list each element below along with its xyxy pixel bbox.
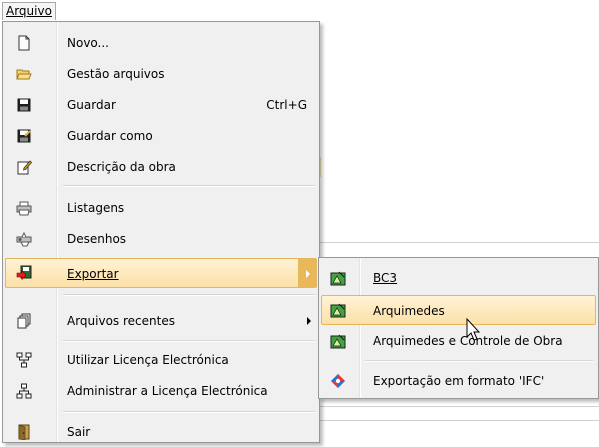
background-line bbox=[320, 242, 599, 243]
submenu-arrow-icon bbox=[306, 270, 310, 278]
exit-door-icon bbox=[18, 424, 30, 440]
menu-item-utilizar-licenca[interactable]: Utilizar Licença Electrónica bbox=[5, 345, 317, 375]
network-license-icon bbox=[16, 352, 32, 368]
menu-item-exportar[interactable]: Exportar bbox=[5, 258, 317, 288]
background-line bbox=[320, 157, 321, 177]
menu-item-guardar[interactable]: Guardar Ctrl+G bbox=[5, 90, 317, 120]
new-document-icon bbox=[18, 35, 30, 51]
menu-separator bbox=[63, 185, 315, 187]
export-icon bbox=[16, 265, 32, 281]
menu-item-novo[interactable]: Novo... bbox=[5, 28, 317, 58]
menu-bar: Arquivo bbox=[0, 0, 599, 21]
submenu-item-arquimedes-controle[interactable]: Arquimedes e Controle de Obra bbox=[321, 326, 596, 356]
menu-item-gestao-arquivos[interactable]: Gestão arquivos bbox=[5, 59, 317, 89]
menu-item-label: Guardar bbox=[67, 98, 116, 112]
menu-item-label: Novo... bbox=[67, 36, 109, 50]
arquimedes-export-icon bbox=[330, 303, 346, 318]
submenu-separator bbox=[365, 360, 593, 362]
submenu-item-label: BC3 bbox=[373, 271, 398, 285]
menu-item-administrar-licenca[interactable]: Administrar a Licença Electrónica bbox=[5, 376, 317, 406]
menu-separator bbox=[63, 340, 315, 342]
menu-item-label: Descrição da obra bbox=[67, 160, 176, 174]
arquimedes-control-icon bbox=[330, 334, 346, 349]
menu-separator bbox=[63, 294, 315, 296]
file-menu-label: Arquivo bbox=[6, 4, 52, 18]
mouse-cursor-icon bbox=[466, 318, 481, 341]
submenu-item-label: Arquimedes bbox=[373, 304, 445, 318]
recent-files-icon bbox=[17, 313, 31, 329]
menu-item-label: Listagens bbox=[67, 201, 125, 215]
menu-item-label: Gestão arquivos bbox=[67, 67, 165, 81]
menu-item-label: Guardar como bbox=[67, 129, 153, 143]
file-menu[interactable]: Arquivo bbox=[2, 2, 56, 20]
save-as-icon bbox=[17, 129, 31, 143]
menu-item-label: Desenhos bbox=[67, 232, 127, 246]
background-line bbox=[320, 420, 599, 421]
menu-item-arquivos-recentes[interactable]: Arquivos recentes bbox=[5, 306, 317, 336]
submenu-item-label: Exportação em formato 'IFC' bbox=[373, 374, 545, 388]
menu-item-label: Exportar bbox=[67, 267, 119, 281]
export-submenu: BC3 Arquimedes Arquimedes e Controle de … bbox=[318, 257, 599, 399]
menu-item-label: Utilizar Licença Electrónica bbox=[67, 353, 229, 367]
shortcut-label: Ctrl+G bbox=[266, 98, 307, 112]
bc3-export-icon bbox=[330, 271, 346, 286]
network-admin-icon bbox=[16, 383, 32, 399]
menu-item-label: Administrar a Licença Electrónica bbox=[67, 384, 268, 398]
menu-item-descricao-obra[interactable]: Descrição da obra bbox=[5, 152, 317, 182]
submenu-item-bc3[interactable]: BC3 bbox=[321, 263, 596, 293]
menu-item-desenhos[interactable]: Desenhos bbox=[5, 224, 317, 254]
menu-item-listagens[interactable]: Listagens bbox=[5, 193, 317, 223]
printer-icon bbox=[16, 201, 32, 216]
background-window bbox=[320, 20, 598, 256]
edit-document-icon bbox=[17, 160, 32, 175]
open-folder-icon bbox=[16, 69, 32, 80]
menu-item-label: Arquivos recentes bbox=[67, 314, 175, 328]
submenu-item-arquimedes[interactable]: Arquimedes bbox=[321, 295, 596, 325]
save-icon bbox=[17, 98, 31, 112]
menu-separator bbox=[63, 411, 315, 413]
background-line bbox=[320, 406, 599, 407]
submenu-item-ifc[interactable]: Exportação em formato 'IFC' bbox=[321, 366, 596, 396]
ifc-export-icon bbox=[331, 374, 345, 388]
submenu-arrow-icon bbox=[307, 317, 311, 325]
plotter-icon bbox=[16, 231, 32, 247]
menu-item-guardar-como[interactable]: Guardar como bbox=[5, 121, 317, 151]
file-dropdown-menu: Novo... Gestão arquivos Guardar Ctrl+G G… bbox=[2, 21, 320, 443]
